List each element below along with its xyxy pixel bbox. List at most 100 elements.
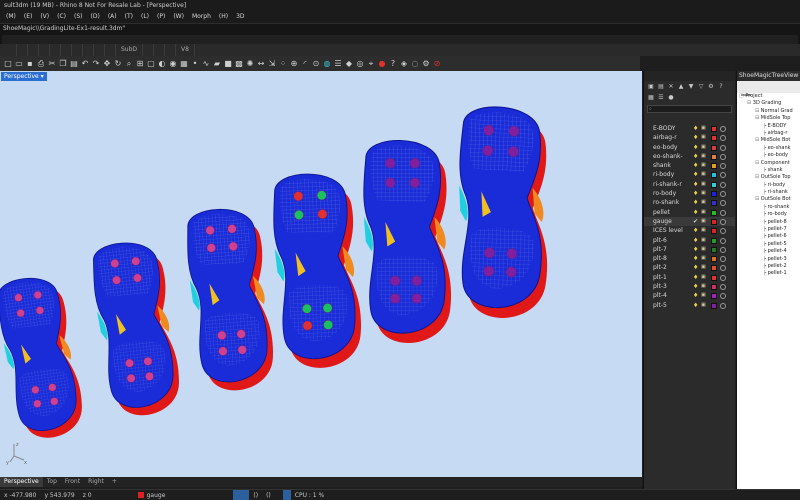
layer-search-input[interactable]: ⌕ bbox=[647, 105, 732, 113]
lock-icon[interactable]: ▣ bbox=[701, 254, 706, 263]
toolbar-tab-5[interactable] bbox=[61, 44, 72, 56]
tree-item[interactable]: ⊟ MidSole Top bbox=[737, 115, 800, 122]
tree-item[interactable]: ⊟ 3D Grading bbox=[737, 100, 800, 107]
layer-color-swatch[interactable] bbox=[711, 126, 717, 132]
tree-item[interactable]: ▢ Project bbox=[737, 93, 800, 100]
shoe-sole-2[interactable] bbox=[90, 239, 183, 419]
lightbulb-icon[interactable]: ♦ bbox=[693, 161, 698, 170]
layer-material-icon[interactable] bbox=[720, 153, 726, 160]
layer-color-swatch[interactable] bbox=[711, 284, 717, 291]
material-icon[interactable]: ◈ bbox=[399, 59, 409, 69]
layer-color-swatch[interactable] bbox=[711, 163, 717, 170]
toolbar-tab-4[interactable] bbox=[50, 44, 61, 56]
viewport-tab-4[interactable]: + bbox=[108, 477, 121, 487]
layer-material-icon[interactable] bbox=[720, 181, 726, 188]
tree-item[interactable]: ┝ ri-body bbox=[737, 182, 800, 189]
menu-item-13[interactable]: 3D bbox=[232, 11, 248, 23]
layer-material-icon[interactable] bbox=[720, 172, 726, 179]
layer-material-icon[interactable] bbox=[720, 293, 726, 300]
status-toggle-3[interactable] bbox=[233, 489, 242, 500]
layer-color-swatch[interactable] bbox=[711, 302, 717, 309]
layer-row[interactable]: plt-4 ♦ ▣ bbox=[644, 291, 735, 300]
grid-view-icon[interactable]: ▦ bbox=[647, 94, 655, 101]
menu-item-1[interactable]: (E) bbox=[20, 11, 36, 23]
tree-item[interactable]: ┝ airbag-r bbox=[737, 130, 800, 137]
shoe-sole-4[interactable] bbox=[272, 172, 362, 369]
lightbulb-icon[interactable]: ♦ bbox=[693, 254, 698, 263]
layer-material-icon[interactable] bbox=[720, 256, 726, 263]
lightbulb-icon[interactable]: ♦ bbox=[693, 291, 698, 300]
command-input[interactable] bbox=[2, 35, 798, 44]
tree-item[interactable]: ┝ ri-shank bbox=[737, 189, 800, 196]
toolbar-tab-13[interactable] bbox=[165, 44, 177, 56]
shoe-sole-1[interactable] bbox=[0, 273, 86, 442]
lightbulb-icon[interactable]: ♦ bbox=[693, 189, 698, 198]
menu-item-2[interactable]: (V) bbox=[36, 11, 53, 23]
toolbar-tab-14[interactable]: V8 bbox=[176, 44, 195, 56]
layer-row[interactable]: eo-body ♦ ▣ bbox=[644, 143, 735, 152]
layer-color-swatch[interactable] bbox=[711, 256, 717, 263]
toolbar-tab-3[interactable] bbox=[39, 44, 50, 56]
layer-row[interactable]: gauge♦✔▣ bbox=[644, 216, 735, 227]
tree-item[interactable]: ┝ pellet-8 bbox=[737, 219, 800, 226]
layer-material-icon[interactable] bbox=[720, 135, 726, 142]
lock-icon[interactable]: ▣ bbox=[701, 236, 706, 245]
lock-icon[interactable]: ▣ bbox=[701, 180, 706, 189]
print-icon[interactable]: ⎙ bbox=[36, 59, 46, 69]
lock-icon[interactable]: ▣ bbox=[701, 273, 706, 282]
layer-material-icon[interactable] bbox=[720, 228, 726, 235]
layer-color-swatch[interactable] bbox=[711, 209, 717, 216]
surface-icon[interactable]: ▰ bbox=[212, 59, 222, 69]
menu-item-5[interactable]: (D) bbox=[87, 11, 104, 23]
lock-icon[interactable]: ▣ bbox=[701, 198, 706, 207]
curve-icon[interactable]: ∿ bbox=[201, 59, 211, 69]
viewport-title-tab[interactable]: Perspective ▾ bbox=[1, 72, 47, 81]
new-icon[interactable]: □ bbox=[3, 59, 13, 69]
layer-color-swatch[interactable] bbox=[711, 172, 717, 179]
tree-item[interactable]: ┝ E-BODY bbox=[737, 123, 800, 130]
zoom-extents-icon[interactable]: ⊞ bbox=[135, 59, 145, 69]
window-icon[interactable]: ▢ bbox=[146, 59, 156, 69]
layer-material-icon[interactable] bbox=[720, 246, 726, 253]
boolean-icon[interactable]: ⊕ bbox=[289, 59, 299, 69]
lock-icon[interactable]: ▣ bbox=[701, 170, 706, 179]
lock-icon[interactable]: ▣ bbox=[701, 133, 706, 142]
layer-color-swatch[interactable] bbox=[711, 181, 717, 188]
lightbulb-icon[interactable]: ♦ bbox=[693, 263, 698, 272]
lightbulb-icon[interactable]: ♦ bbox=[693, 198, 698, 207]
tree-item[interactable]: ┝ pellet-2 bbox=[737, 263, 800, 270]
lock-icon[interactable]: ▣ bbox=[701, 161, 706, 170]
layer-color-swatch[interactable] bbox=[711, 200, 717, 207]
layer-color-swatch[interactable] bbox=[711, 153, 717, 160]
tree-item[interactable]: ⊟ Component bbox=[737, 160, 800, 167]
settings-icon[interactable]: ⚙ bbox=[421, 59, 431, 69]
layer-material-icon[interactable] bbox=[720, 218, 726, 225]
layer-row[interactable]: plt-6 ♦ ▣ bbox=[644, 236, 735, 245]
layer-color-swatch[interactable] bbox=[711, 135, 717, 142]
layer-row[interactable]: E-BODY ♦ ▣ bbox=[644, 124, 735, 133]
move-up-icon[interactable]: ▲ bbox=[677, 83, 685, 90]
lock-icon[interactable]: ▣ bbox=[701, 263, 706, 272]
lightbulb-icon[interactable]: ♦ bbox=[693, 301, 698, 310]
menu-item-6[interactable]: (A) bbox=[104, 11, 121, 23]
tree-item[interactable]: ┝ pellet-5 bbox=[737, 241, 800, 248]
menu-item-4[interactable]: (S) bbox=[70, 11, 87, 23]
toolbar-tab-10[interactable]: SubD bbox=[116, 44, 144, 56]
status-toggle-6[interactable]: () bbox=[262, 490, 275, 500]
status-toggle-7[interactable] bbox=[275, 490, 283, 500]
status-toggle-1[interactable] bbox=[217, 490, 225, 500]
layer-material-icon[interactable] bbox=[720, 237, 726, 244]
layer-color-swatch[interactable] bbox=[711, 246, 717, 253]
copy-icon[interactable]: ❐ bbox=[58, 59, 68, 69]
shoe-sole-3[interactable] bbox=[185, 206, 276, 393]
status-toggle-0[interactable] bbox=[209, 490, 217, 500]
cut-icon[interactable]: ✂ bbox=[47, 59, 57, 69]
snap-icon[interactable]: ⌖ bbox=[366, 59, 376, 69]
tree-item[interactable]: ┝ pellet-3 bbox=[737, 256, 800, 263]
fillet-icon[interactable]: ◜ bbox=[300, 59, 310, 69]
lock-icon[interactable]: ▣ bbox=[701, 152, 706, 161]
viewport-tab-1[interactable]: Top bbox=[43, 477, 61, 487]
toolbar-tab-11[interactable] bbox=[143, 44, 155, 56]
layer-color-swatch[interactable] bbox=[711, 228, 717, 235]
save-icon[interactable]: ▪ bbox=[25, 59, 35, 69]
